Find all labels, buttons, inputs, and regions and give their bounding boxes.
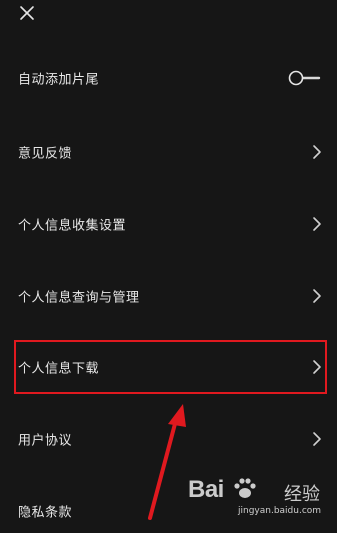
setting-label: 用户协议: [18, 433, 73, 449]
setting-label: 个人信息收集设置: [18, 218, 127, 234]
setting-row-info-query-manage[interactable]: 个人信息查询与管理: [0, 274, 337, 318]
setting-row-auto-add-ending[interactable]: 自动添加片尾: [0, 56, 337, 100]
watermark-suffix: 经验: [284, 484, 320, 505]
setting-label: 意见反馈: [18, 146, 73, 162]
setting-row-user-agreement[interactable]: 用户协议: [0, 417, 337, 461]
chevron-right-icon: [313, 432, 321, 446]
setting-label: 隐私条款: [18, 505, 73, 521]
highlight-box: [14, 340, 327, 394]
setting-label: 自动添加片尾: [18, 72, 100, 88]
setting-row-info-collection[interactable]: 个人信息收集设置: [0, 202, 337, 246]
paw-icon: [234, 478, 256, 498]
chevron-right-icon: [313, 289, 321, 303]
auto-add-ending-toggle[interactable]: [287, 70, 321, 86]
chevron-right-icon: [313, 217, 321, 231]
close-button[interactable]: [12, 0, 42, 26]
chevron-right-icon: [313, 145, 321, 159]
close-icon: [20, 6, 34, 20]
watermark: Bai 经验 jingyan.baidu.com: [188, 470, 328, 526]
setting-row-feedback[interactable]: 意见反馈: [0, 130, 337, 174]
setting-label: 个人信息查询与管理: [18, 290, 140, 306]
watermark-url: jingyan.baidu.com: [238, 506, 322, 516]
watermark-logo-text: Bai: [188, 476, 224, 503]
